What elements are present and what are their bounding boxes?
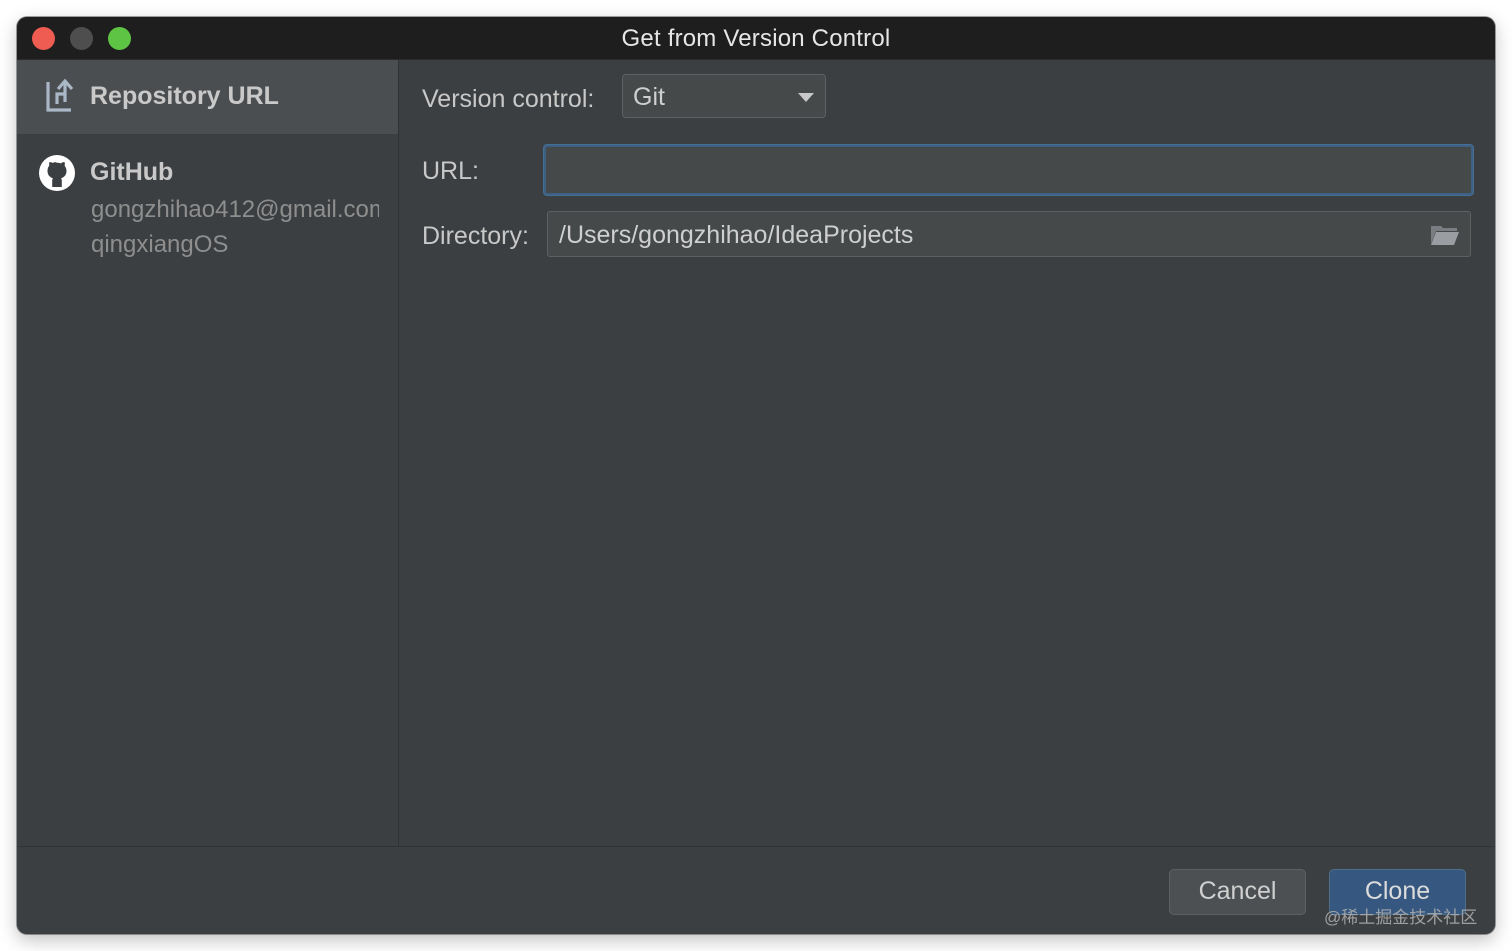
version-control-value: Git	[633, 83, 665, 111]
watermark-text: @稀土掘金技术社区	[1324, 908, 1478, 927]
github-account-name: qingxiangOS	[91, 231, 229, 258]
sidebar-item-github[interactable]: GitHub gongzhihao412@gmail.com qingxiang…	[17, 148, 398, 278]
sidebar-item-label: Repository URL	[90, 82, 279, 110]
version-control-label: Version control:	[422, 85, 595, 113]
dialog-footer: Cancel Clone	[17, 846, 1495, 934]
sidebar: Repository URL GitHub gongzhihao412@gmai…	[17, 60, 399, 846]
url-label: URL:	[422, 157, 479, 185]
chevron-down-icon	[798, 93, 814, 102]
repository-url-icon	[46, 78, 74, 112]
github-account-email: gongzhihao412@gmail.com	[91, 196, 379, 223]
window-title: Get from Version Control	[621, 25, 891, 52]
sidebar-item-label: GitHub	[90, 158, 174, 186]
dialog-window: Get from Version Control Repository URL …	[17, 17, 1495, 934]
directory-label: Directory:	[422, 222, 529, 250]
folder-icon[interactable]	[1430, 222, 1460, 246]
url-input[interactable]	[544, 145, 1473, 195]
main-panel: Version control: Git URL: Directory: /Us…	[399, 60, 1495, 846]
sidebar-item-repository-url[interactable]: Repository URL	[17, 60, 398, 134]
github-icon	[39, 155, 75, 191]
directory-value: /Users/gongzhihao/IdeaProjects	[559, 221, 914, 249]
directory-field[interactable]: /Users/gongzhihao/IdeaProjects	[547, 211, 1471, 257]
cancel-button[interactable]: Cancel	[1169, 869, 1306, 915]
version-control-dropdown[interactable]: Git	[622, 74, 826, 118]
title-bar: Get from Version Control	[17, 17, 1495, 60]
